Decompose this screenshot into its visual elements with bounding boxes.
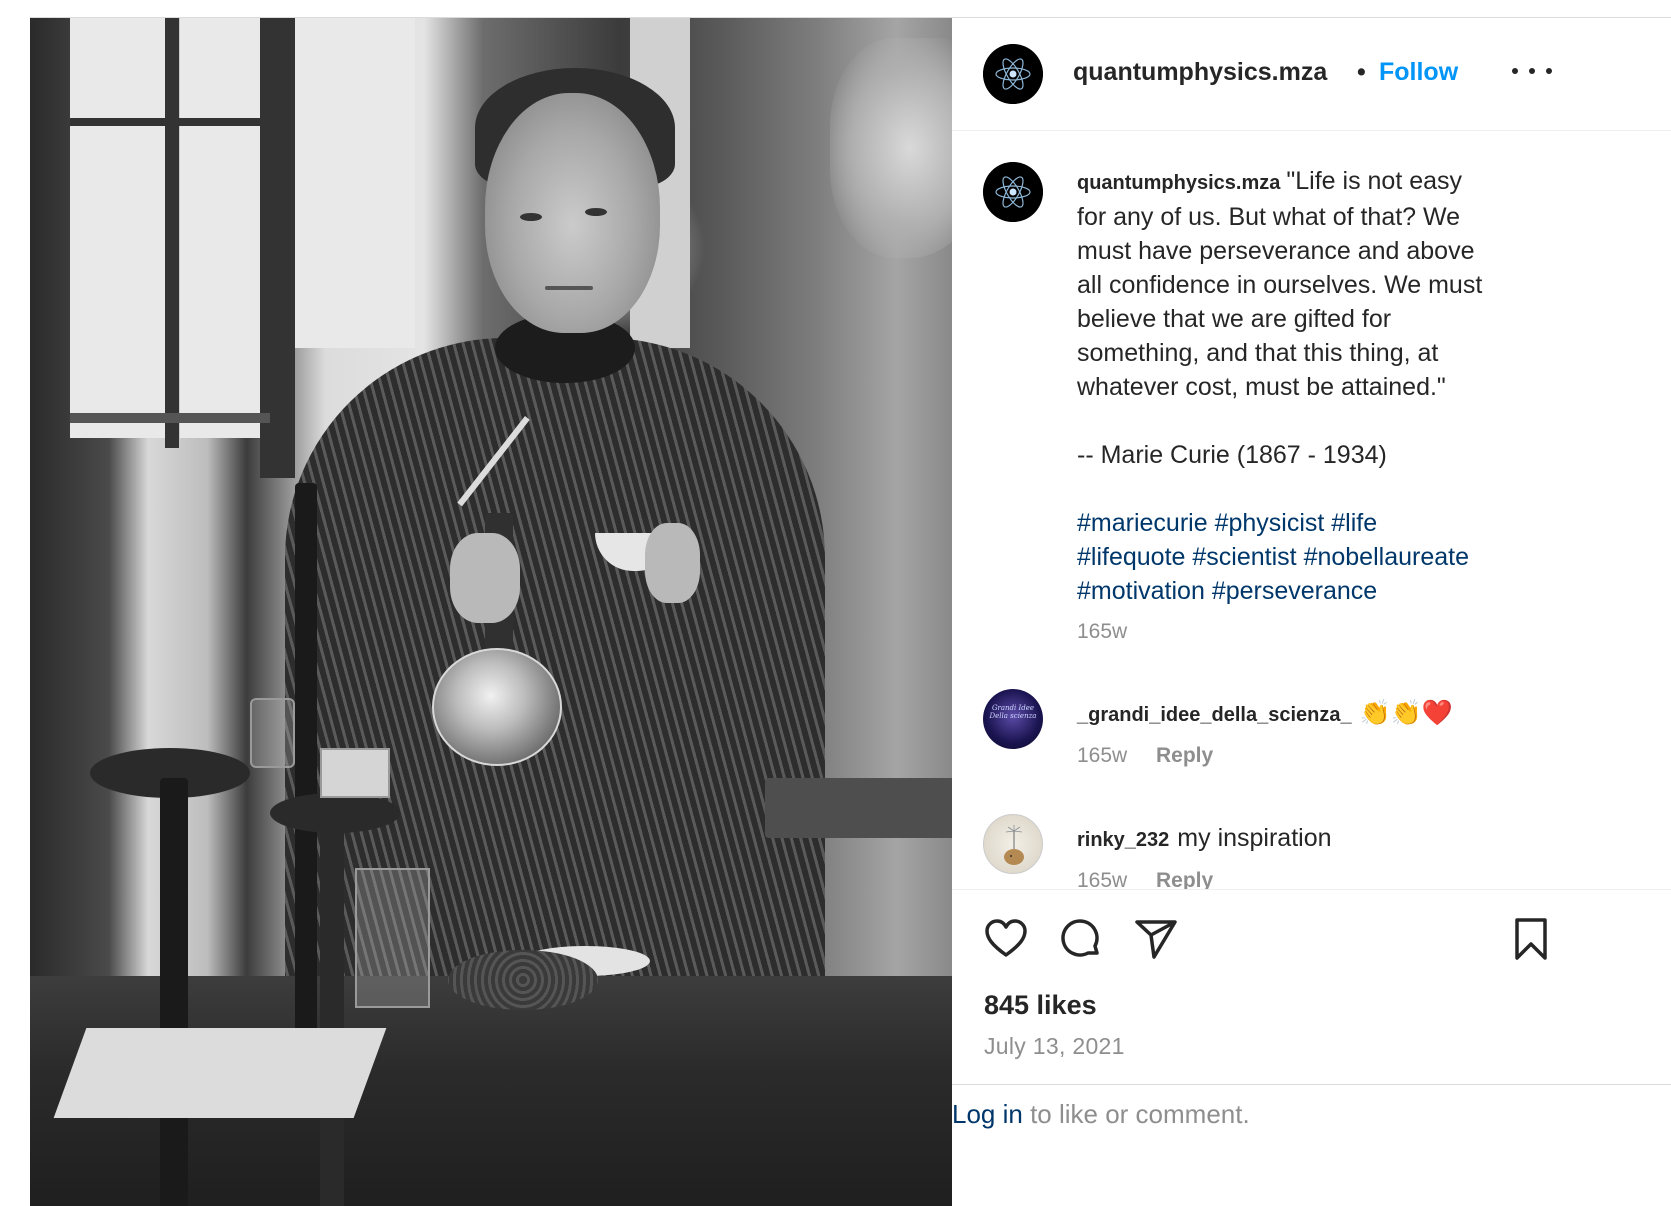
figure-mouth bbox=[545, 286, 593, 290]
atom-icon bbox=[983, 44, 1043, 104]
bookmark-icon[interactable] bbox=[1507, 915, 1555, 963]
post-sidebar: quantumphysics.mza • Follow quantumphysi… bbox=[952, 18, 1671, 1206]
window-pane bbox=[180, 18, 260, 438]
figure-eye bbox=[585, 208, 607, 216]
comment-bubble-icon[interactable] bbox=[1057, 915, 1105, 963]
glass-bottle bbox=[250, 698, 295, 768]
login-prompt-rest: to like or comment. bbox=[1022, 1099, 1250, 1129]
caption-quote-line: "Life is not easy bbox=[1286, 167, 1463, 195]
hashtag-link[interactable]: #physicist bbox=[1215, 509, 1325, 537]
reply-button[interactable]: Reply bbox=[1156, 869, 1213, 889]
caption-quote-line: believe that we are gifted for bbox=[1077, 305, 1392, 333]
atom-icon bbox=[983, 162, 1043, 222]
caption-quote-line: something, and that this thing, at bbox=[1077, 339, 1439, 367]
lab-stand bbox=[160, 778, 188, 1206]
figure-hand bbox=[645, 523, 700, 603]
comments-section[interactable]: quantumphysics.mza "Life is not easy for … bbox=[952, 132, 1671, 889]
caption-quote-line: all confidence in ourselves. We must bbox=[1077, 271, 1483, 299]
commenter-avatar[interactable]: Grandi Idee Della scienza bbox=[983, 689, 1043, 749]
window-frame bbox=[70, 118, 270, 126]
lab-stand bbox=[295, 483, 317, 1083]
caption-attribution: -- Marie Curie (1867 - 1934) bbox=[1077, 441, 1387, 469]
commenter-avatar[interactable] bbox=[983, 814, 1043, 874]
post-date[interactable]: July 13, 2021 bbox=[984, 1033, 1125, 1060]
likes-count[interactable]: 845 likes bbox=[984, 990, 1097, 1021]
caption-hashtags: #mariecurie #physicist #life #lifequote … bbox=[1077, 506, 1547, 608]
post-photo[interactable] bbox=[30, 18, 1015, 1206]
comment-timestamp[interactable]: 165w bbox=[1077, 869, 1127, 889]
post-caption: quantumphysics.mza "Life is not easy for … bbox=[1077, 164, 1547, 608]
comment-item: Grandi Idee Della scienza _grandi_idee_d… bbox=[952, 689, 1671, 809]
follow-button[interactable]: Follow bbox=[1379, 58, 1458, 87]
window-pane bbox=[295, 18, 415, 348]
hashtag-link[interactable]: #scientist bbox=[1192, 543, 1296, 571]
lab-stand bbox=[320, 818, 344, 1206]
login-link[interactable]: Log in bbox=[952, 1099, 1023, 1129]
round-flask bbox=[432, 648, 562, 766]
glass-beaker bbox=[355, 868, 430, 1008]
caption-quote-line: for any of us. But what of that? We bbox=[1077, 203, 1461, 231]
hashtag-link[interactable]: #motivation bbox=[1077, 577, 1205, 605]
window-sill bbox=[70, 413, 270, 423]
figure-face bbox=[485, 93, 660, 333]
author-avatar[interactable] bbox=[983, 44, 1043, 104]
post-header: quantumphysics.mza • Follow bbox=[952, 18, 1671, 131]
hashtag-link[interactable]: #life bbox=[1331, 509, 1377, 537]
comment-item: rinky_232 my inspiration 165w Reply bbox=[952, 814, 1671, 889]
comment-timestamp[interactable]: 165w bbox=[1077, 744, 1127, 768]
hashtag-link[interactable]: #nobellaureate bbox=[1304, 543, 1469, 571]
reply-button[interactable]: Reply bbox=[1156, 744, 1213, 768]
hashtag-link[interactable]: #lifequote bbox=[1077, 543, 1185, 571]
comment-text: 👏👏❤️ bbox=[1359, 699, 1453, 727]
avatar-logo-text: Grandi Idee Della scienza bbox=[989, 704, 1037, 720]
comment-text: my inspiration bbox=[1177, 824, 1332, 852]
window-frame bbox=[260, 18, 295, 478]
heart-icon[interactable] bbox=[982, 915, 1030, 963]
dandelion-hedgehog-icon bbox=[1004, 825, 1024, 865]
header-separator: • bbox=[1357, 58, 1366, 86]
lab-box bbox=[765, 778, 965, 838]
caption-username[interactable]: quantumphysics.mza bbox=[1077, 172, 1280, 194]
post-actions: 845 likes July 13, 2021 bbox=[952, 889, 1671, 1109]
figure-hand bbox=[450, 533, 520, 623]
comment-username: _grandi_idee_della_scienza_ 👏👏❤️ bbox=[1077, 699, 1453, 728]
hashtag-link[interactable]: #mariecurie bbox=[1077, 509, 1208, 537]
paper-plane-icon[interactable] bbox=[1132, 915, 1180, 963]
caption-quote-line: must have perseverance and above bbox=[1077, 237, 1475, 265]
hashtag-link[interactable]: #perseverance bbox=[1212, 577, 1377, 605]
more-options-icon[interactable] bbox=[1512, 56, 1552, 86]
caption-quote-line: whatever cost, must be attained." bbox=[1077, 373, 1446, 401]
paper-sheet bbox=[53, 1028, 387, 1118]
caption-author-avatar[interactable] bbox=[983, 162, 1043, 222]
author-username[interactable]: quantumphysics.mza bbox=[1073, 58, 1327, 87]
comment-username: rinky_232 my inspiration bbox=[1077, 824, 1332, 853]
glass-jar bbox=[320, 748, 390, 798]
login-prompt-text: Log in to like or comment. bbox=[952, 1099, 1250, 1130]
window-frame bbox=[165, 18, 179, 448]
comment-username-link[interactable]: _grandi_idee_della_scienza_ bbox=[1077, 704, 1352, 726]
caption-timestamp[interactable]: 165w bbox=[1077, 620, 1127, 644]
figure-eye bbox=[520, 213, 542, 221]
coiled-object bbox=[448, 950, 598, 1010]
login-prompt: Log in to like or comment. bbox=[952, 1084, 1671, 1206]
comment-username-link[interactable]: rinky_232 bbox=[1077, 829, 1169, 851]
window-pane bbox=[70, 18, 165, 438]
